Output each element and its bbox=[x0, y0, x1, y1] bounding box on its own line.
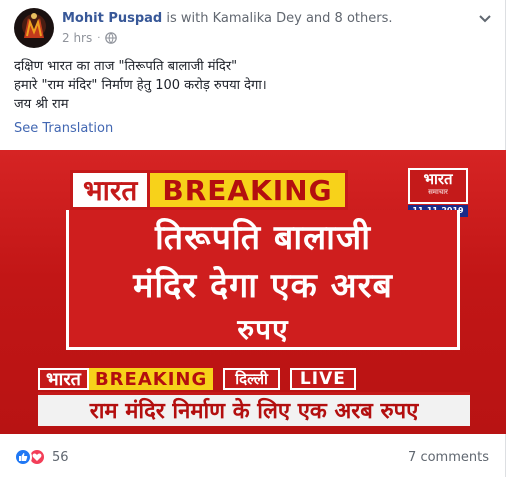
breaking-tag: BREAKING bbox=[147, 170, 348, 210]
globe-icon[interactable] bbox=[105, 32, 118, 44]
channel-logo: भारत समाचार bbox=[408, 168, 468, 204]
header-text: Mohit Puspad is with Kamalika Dey and 8 … bbox=[62, 8, 393, 48]
reaction-count[interactable]: 56 bbox=[52, 450, 69, 465]
avatar[interactable] bbox=[14, 8, 54, 48]
breaking-banner: भारत BREAKING bbox=[70, 170, 348, 210]
channel-tag: भारत bbox=[70, 170, 148, 210]
headline-line-1: तिरूपति बालाजी bbox=[154, 218, 372, 258]
post-header: Mohit Puspad is with Kamalika Dey and 8 … bbox=[14, 8, 495, 48]
lower-third-bar: भारत BREAKING दिल्ली LIVE bbox=[38, 368, 470, 390]
post-meta: 2 hrs · bbox=[62, 31, 393, 45]
logo-bottom-text: समाचार bbox=[428, 188, 448, 196]
reactions[interactable]: 56 bbox=[14, 448, 69, 466]
city-tag: दिल्ली bbox=[223, 368, 280, 390]
live-tag: LIVE bbox=[289, 368, 356, 390]
facebook-post: Mohit Puspad is with Kamalika Dey and 8 … bbox=[0, 0, 506, 477]
logo-top-text: भारत bbox=[423, 170, 453, 188]
chevron-down-icon[interactable] bbox=[477, 10, 493, 23]
post-time[interactable]: 2 hrs bbox=[62, 31, 92, 45]
post-text: दक्षिण भारत का ताज "तिरूपति बालाजी मंदिर… bbox=[14, 57, 495, 114]
author-line: Mohit Puspad is with Kamalika Dey and 8 … bbox=[62, 11, 393, 26]
tagged-people[interactable]: is with Kamalika Dey and 8 others. bbox=[166, 11, 392, 26]
see-translation-link[interactable]: See Translation bbox=[14, 121, 113, 136]
post-line-2: हमारे "राम मंदिर" निर्माण हेतु 100 करोड़… bbox=[14, 78, 267, 93]
post-footer: 56 7 comments bbox=[14, 446, 489, 468]
headline-line-3: रुपए bbox=[237, 313, 289, 346]
post-line-1: दक्षिण भारत का ताज "तिरूपति बालाजी मंदिर… bbox=[14, 59, 238, 74]
comments-count-link[interactable]: 7 comments bbox=[408, 450, 489, 465]
post-line-3: जय श्री राम bbox=[14, 97, 69, 112]
like-icon[interactable] bbox=[14, 448, 32, 466]
news-image[interactable]: भारत BREAKING भारत समाचार 11-11-2019 तिर… bbox=[0, 150, 506, 434]
ticker-breaking-tag: BREAKING bbox=[88, 368, 214, 390]
ticker-channel-tag: भारत bbox=[38, 368, 89, 390]
author-name[interactable]: Mohit Puspad bbox=[62, 11, 162, 26]
meta-separator: · bbox=[97, 32, 101, 44]
headline-card: तिरूपति बालाजी मंदिर देगा एक अरब रुपए bbox=[66, 210, 460, 350]
ticker-text: राम मंदिर निर्माण के लिए एक अरब रुपए bbox=[38, 392, 470, 426]
headline-line-2: मंदिर देगा एक अरब bbox=[133, 266, 393, 306]
